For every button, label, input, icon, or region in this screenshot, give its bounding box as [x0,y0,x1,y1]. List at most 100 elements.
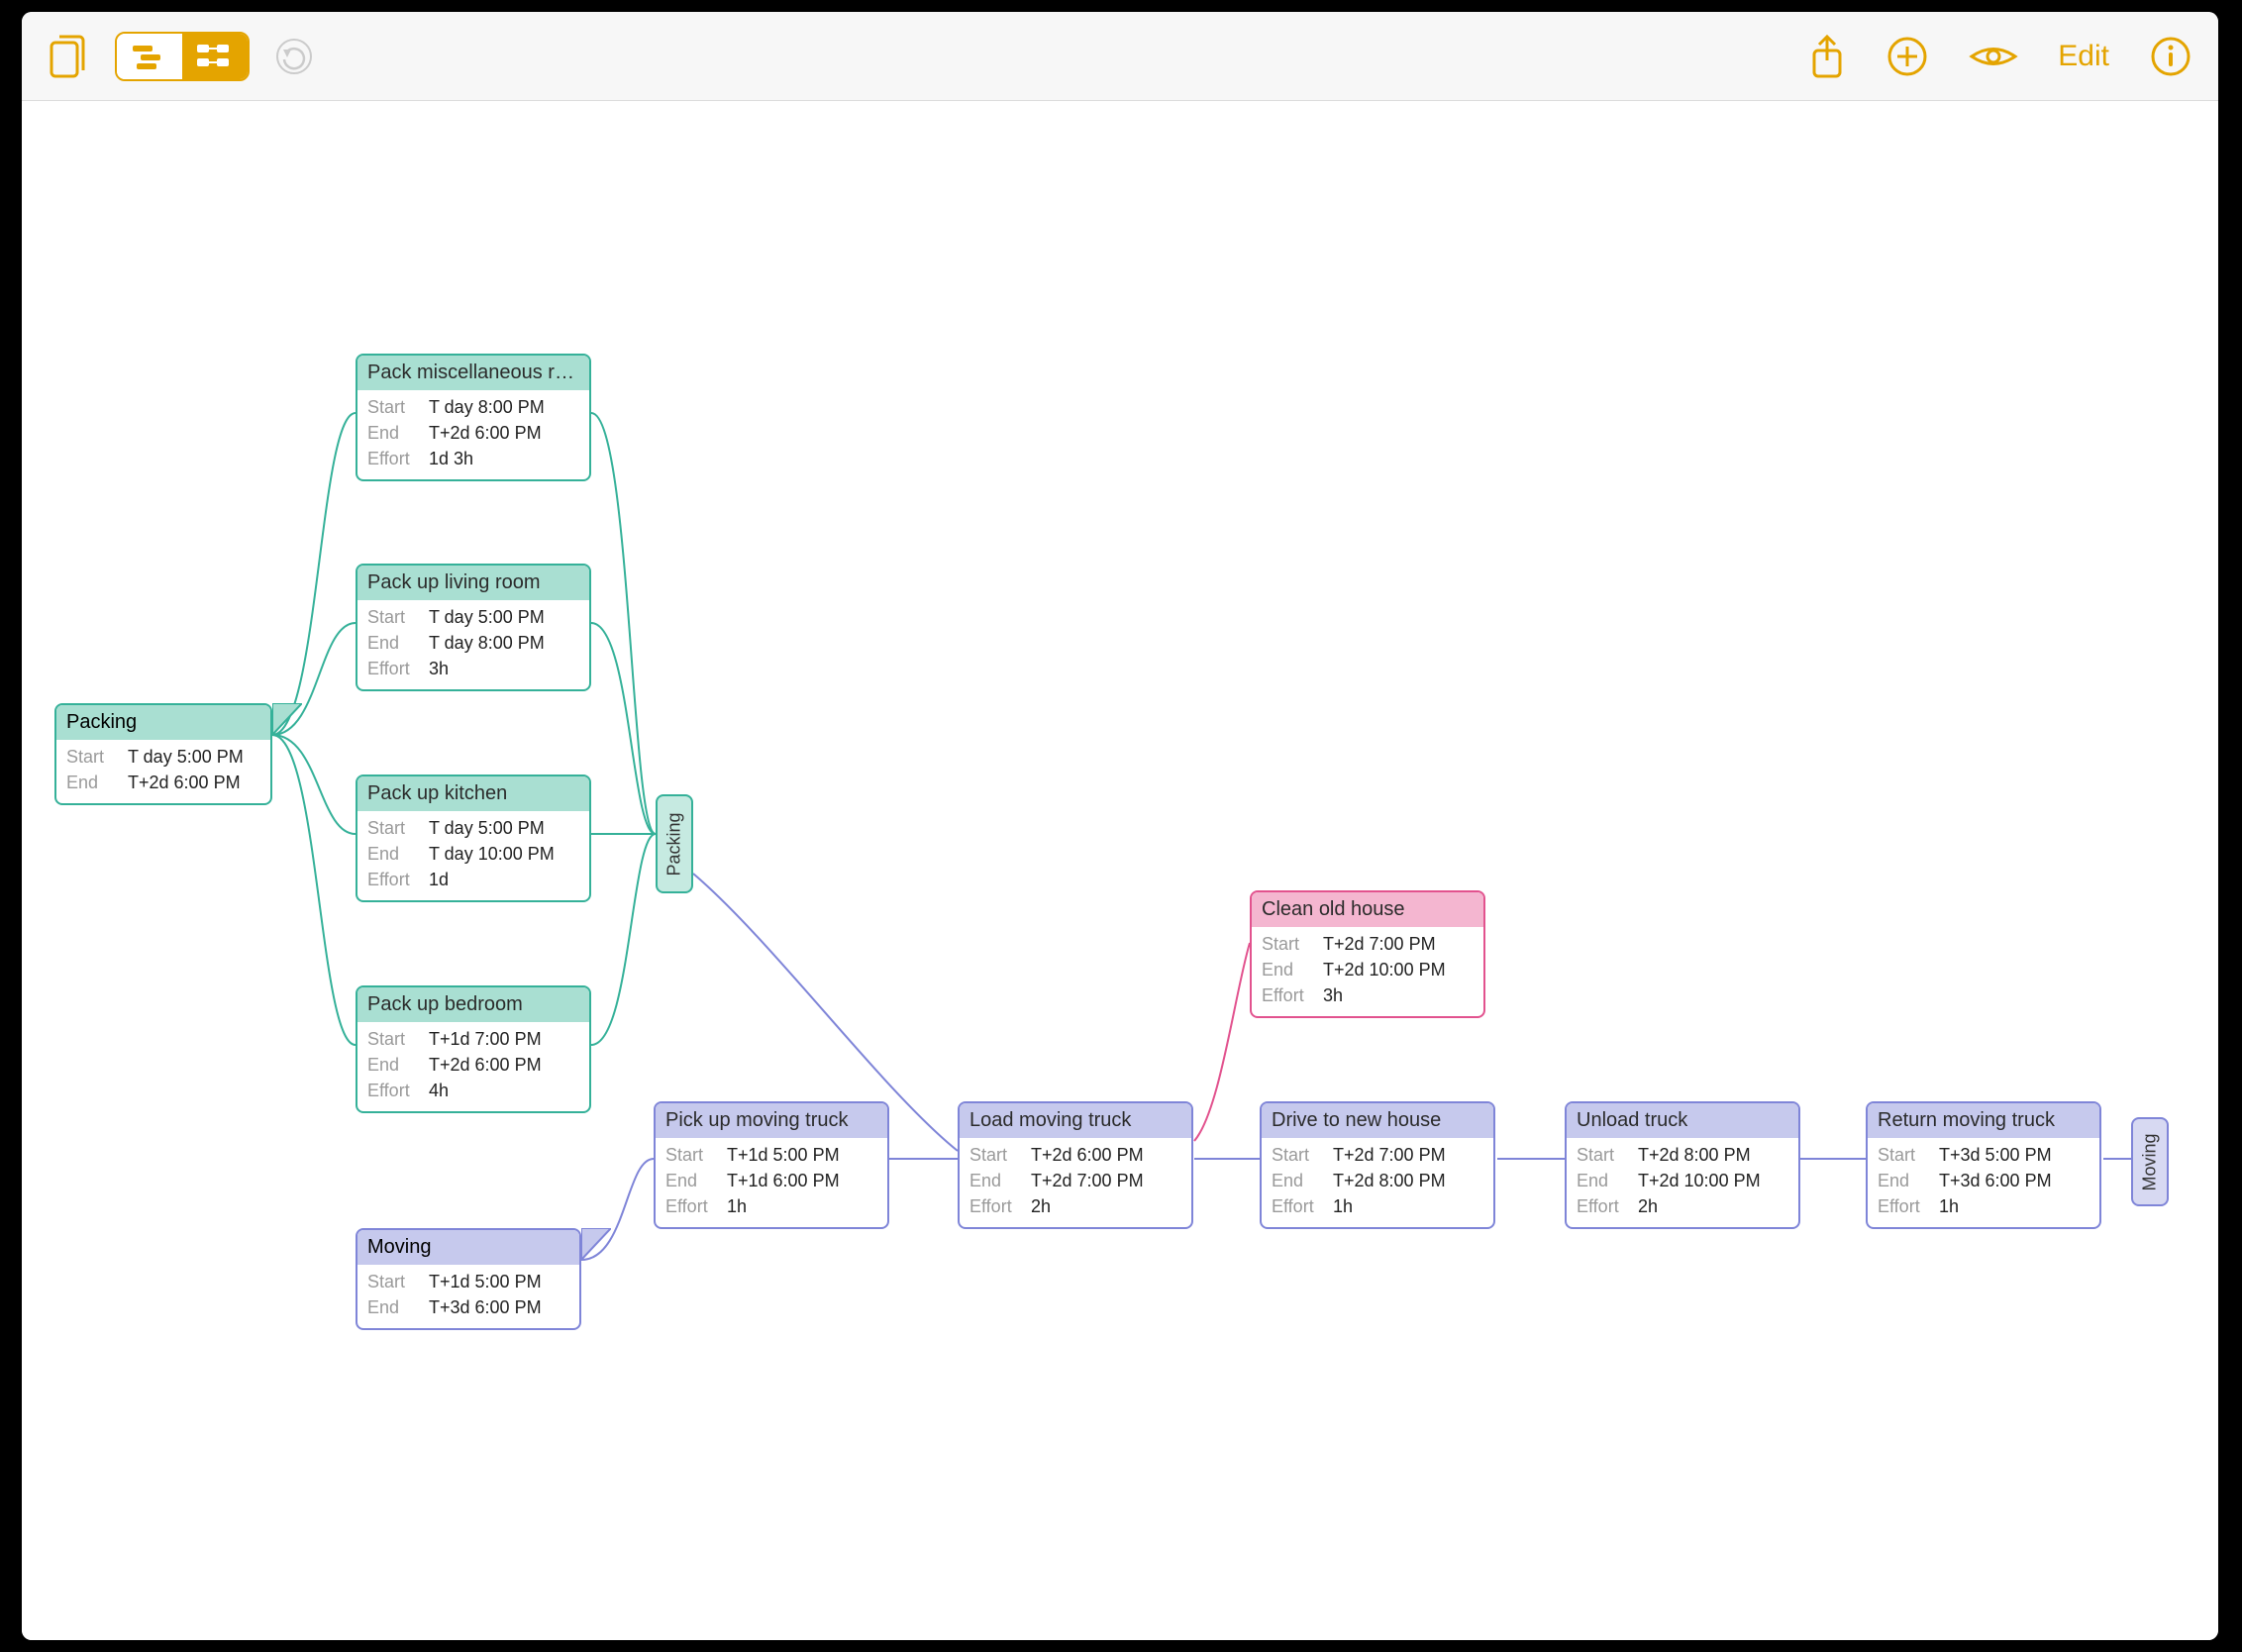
value-start: T day 5:00 PM [429,604,545,630]
milestone-packing[interactable]: Packing [656,794,693,893]
label-end: End [1262,957,1313,982]
label-start: Start [1577,1142,1628,1168]
group-title: Packing [56,705,270,740]
task-title: Pack up kitchen [357,776,589,811]
eye-icon [1969,40,2018,73]
label-start: Start [1878,1142,1929,1168]
label-effort: Effort [1577,1193,1628,1219]
value-effort: 1d [429,867,449,892]
value-start: T+1d 7:00 PM [429,1026,542,1052]
task-drive[interactable]: Drive to new house Start T+2d 7:00 PM End… [1260,1101,1495,1229]
value-start: T day 5:00 PM [128,744,244,770]
value-end: T+3d 6:00 PM [429,1294,542,1320]
label-end: End [66,770,118,795]
value-effort: 1h [1939,1193,1959,1219]
info-button[interactable] [2149,35,2192,78]
toolbar-right: Edit [1808,33,2192,80]
label-start: Start [66,744,118,770]
info-circle-icon [2149,35,2192,78]
label-start: Start [367,604,419,630]
task-title: Drive to new house [1262,1103,1493,1138]
value-end: T+3d 6:00 PM [1939,1168,2052,1193]
view-mode-network[interactable] [182,34,248,79]
preview-button[interactable] [1969,40,2018,73]
task-title: Return moving truck [1868,1103,2099,1138]
value-effort: 2h [1638,1193,1658,1219]
connection-lines [22,101,2218,1640]
label-effort: Effort [1272,1193,1323,1219]
value-start: T+1d 5:00 PM [429,1269,542,1294]
value-end: T+2d 6:00 PM [429,1052,542,1078]
value-end: T+2d 10:00 PM [1638,1168,1761,1193]
label-end: End [367,630,419,656]
app-window: Edit [22,12,2218,1640]
network-icon [195,43,235,70]
value-end: T+2d 6:00 PM [128,770,241,795]
network-canvas[interactable]: Packing Start T day 5:00 PM End T+2d 6:00 … [22,101,2218,1640]
value-end: T+2d 7:00 PM [1031,1168,1144,1193]
task-title: Unload truck [1567,1103,1798,1138]
view-mode-gantt[interactable] [117,34,182,79]
label-effort: Effort [367,1078,419,1103]
plus-circle-icon [1885,35,1929,78]
value-start: T day 5:00 PM [429,815,545,841]
gantt-icon [131,43,168,70]
group-moving[interactable]: Moving StartT+1d 5:00 PM EndT+3d 6:00 PM [356,1228,581,1330]
undo-icon [273,36,315,77]
label-effort: Effort [1878,1193,1929,1219]
label-start: Start [367,1026,419,1052]
milestone-label: Packing [664,812,685,876]
milestone-moving[interactable]: Moving [2131,1117,2169,1206]
task-title: Pick up moving truck [656,1103,887,1138]
value-end: T+2d 6:00 PM [429,420,542,446]
value-end: T+1d 6:00 PM [727,1168,840,1193]
value-effort: 1h [727,1193,747,1219]
task-title: Load moving truck [960,1103,1191,1138]
milestone-label: Moving [2140,1133,2161,1190]
task-title: Pack up living room [357,566,589,600]
task-load-truck[interactable]: Load moving truck StartT+2d 6:00 PM EndT… [958,1101,1193,1229]
task-pack-misc[interactable]: Pack miscellaneous ro… StartT day 8:00 P… [356,354,591,481]
label-start: Start [1272,1142,1323,1168]
label-effort: Effort [367,867,419,892]
value-start: T+1d 5:00 PM [727,1142,840,1168]
task-pick-up-truck[interactable]: Pick up moving truck StartT+1d 5:00 PM E… [654,1101,889,1229]
add-button[interactable] [1885,35,1929,78]
label-effort: Effort [969,1193,1021,1219]
value-effort: 4h [429,1078,449,1103]
task-return-truck[interactable]: Return moving truck StartT+3d 5:00 PM En… [1866,1101,2101,1229]
label-effort: Effort [1262,982,1313,1008]
document-stack-icon [48,33,91,80]
label-start: Start [1262,931,1313,957]
value-end: T+2d 8:00 PM [1333,1168,1446,1193]
group-title: Moving [357,1230,579,1265]
share-icon [1808,33,1846,80]
toolbar-left [48,32,315,81]
label-start: Start [367,394,419,420]
label-end: End [367,841,419,867]
edit-button[interactable]: Edit [2058,40,2109,73]
label-end: End [1272,1168,1323,1193]
documents-button[interactable] [48,33,91,80]
label-end: End [367,1294,419,1320]
label-end: End [969,1168,1021,1193]
label-end: End [367,1052,419,1078]
task-pack-bedroom[interactable]: Pack up bedroom StartT+1d 7:00 PM EndT+2… [356,985,591,1113]
value-start: T day 8:00 PM [429,394,545,420]
label-end: End [1577,1168,1628,1193]
view-mode-segmented[interactable] [115,32,250,81]
task-unload[interactable]: Unload truck StartT+2d 8:00 PM EndT+2d 1… [1565,1101,1800,1229]
share-button[interactable] [1808,33,1846,80]
task-clean-old-house[interactable]: Clean old house StartT+2d 7:00 PM EndT+2… [1250,890,1485,1018]
label-effort: Effort [665,1193,717,1219]
label-end: End [1878,1168,1929,1193]
value-effort: 3h [429,656,449,681]
value-start: T+2d 7:00 PM [1333,1142,1446,1168]
task-pack-living[interactable]: Pack up living room Start T day 5:00 PM E… [356,564,591,691]
label-effort: Effort [367,446,419,471]
group-packing[interactable]: Packing Start T day 5:00 PM End T+2d 6:00 … [54,703,272,805]
value-end: T day 8:00 PM [429,630,545,656]
task-pack-kitchen[interactable]: Pack up kitchen StartT day 5:00 PM EndT … [356,774,591,902]
label-end: End [367,420,419,446]
undo-button[interactable] [273,36,315,77]
